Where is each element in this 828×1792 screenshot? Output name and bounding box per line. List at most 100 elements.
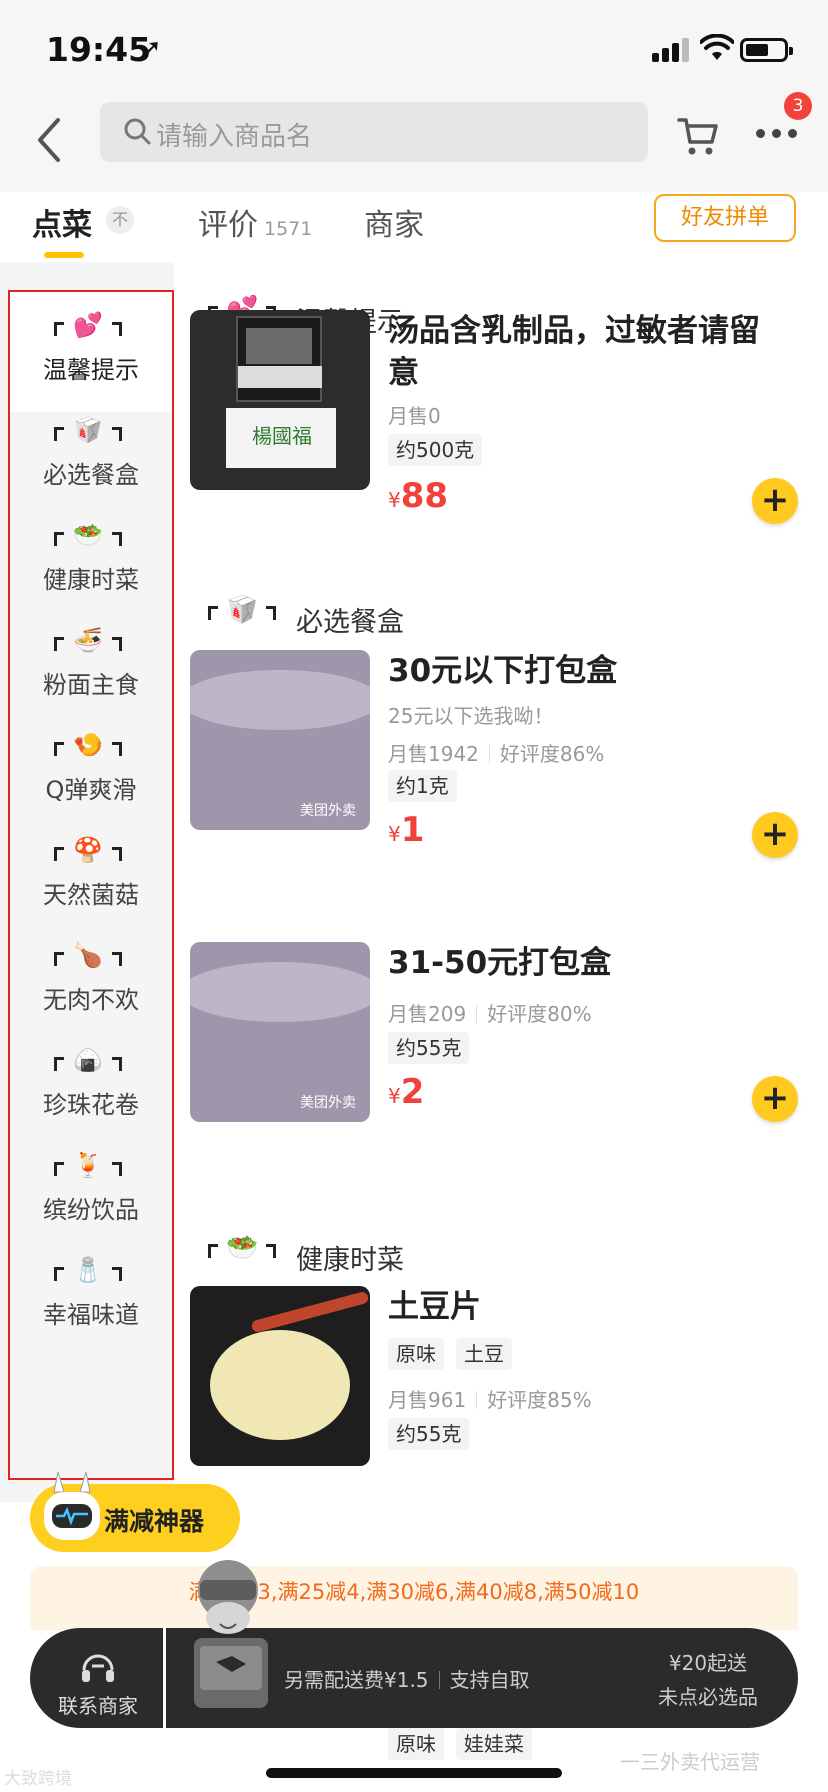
sidebar-category-label: 缤纷饮品	[43, 1196, 139, 1224]
discount-bar: 满20减3,满25减4,满30减6,满40减8,满50减10	[30, 1566, 798, 1630]
mushroom-icon: 🍄	[50, 835, 126, 869]
tab-reviews[interactable]: 评价 1571	[198, 200, 312, 244]
sidebar-category[interactable]: 🍹 缤纷饮品	[10, 1132, 172, 1252]
add-to-cart-button[interactable]: +	[752, 1076, 798, 1122]
tab-order[interactable]: 点菜	[32, 200, 92, 244]
sidebar-category-label: Q弹爽滑	[45, 776, 137, 804]
item-name: 31-50元打包盒	[388, 945, 612, 981]
item-name: 30元以下打包盒	[388, 653, 618, 689]
contact-store-label: 联系商家	[58, 1694, 138, 1718]
salt-shaker-icon: 🧂	[50, 1255, 126, 1289]
item-image: 美团外卖	[190, 942, 370, 1122]
takeout-box-icon: 🥡	[50, 415, 126, 449]
item-name: 土豆片	[388, 1289, 481, 1325]
cart-icon[interactable]	[676, 114, 720, 158]
more-options-icon[interactable]	[756, 126, 800, 142]
back-arrow-icon[interactable]	[30, 114, 70, 166]
item-tag: 原味	[388, 1728, 444, 1760]
required-item-note: 未点必选品	[658, 1685, 758, 1709]
collapse-icon[interactable]: 不	[106, 206, 134, 234]
section-title: 健康时菜	[296, 1245, 404, 1276]
battery-icon	[740, 38, 793, 62]
status-bar: 19:45 ➚	[0, 0, 828, 96]
sidebar-category[interactable]: 🥡 必选餐盒	[10, 397, 172, 517]
nav-bar: 请输入商品名 3	[0, 92, 828, 192]
item-price: ¥1	[388, 810, 425, 850]
item-description: 25元以下选我呦！	[388, 704, 554, 728]
item-price: ¥2	[388, 1072, 425, 1112]
sidebar-category-label: 幸福味道	[43, 1301, 139, 1329]
item-weight: 约55克	[388, 1032, 470, 1064]
item-tag: 娃娃菜	[456, 1728, 532, 1760]
item-weight: 约500克	[388, 434, 483, 466]
item-image: 美团外卖	[190, 650, 370, 830]
item-image-text: 楊國福	[252, 424, 312, 448]
sidebar-category[interactable]: 🍄 天然菌菇	[10, 817, 172, 937]
search-input[interactable]: 请输入商品名	[100, 102, 648, 162]
sidebar-category-label: 天然菌菇	[43, 881, 139, 909]
add-to-cart-button[interactable]: +	[752, 812, 798, 858]
robot-mascot-icon	[44, 1471, 100, 1550]
item-tag: 土豆	[456, 1338, 512, 1370]
item-image-text: 美团外卖	[300, 803, 356, 819]
group-order-button[interactable]: 好友拼单	[654, 194, 796, 242]
watermark-left: 大致跨境	[4, 1769, 72, 1789]
salad-icon: 🥗	[204, 1232, 280, 1266]
tab-bar: 点菜 不 评价 1571 商家 好友拼单	[0, 192, 828, 262]
reviews-count: 1571	[264, 218, 313, 240]
takeout-box-icon: 🥡	[204, 594, 280, 628]
cart-bar[interactable]: 联系商家 另需配送费¥1.5 支持自取 ¥20起送 未点必选品	[30, 1560, 798, 1728]
sidebar-category[interactable]: 🥗 健康时菜	[10, 502, 172, 622]
sidebar-category[interactable]: 🍙 珍珠花卷	[10, 1027, 172, 1147]
menu-item[interactable]: 美团外卖 30元以下打包盒 25元以下选我呦！ 月售1942 好评度86% 约1克…	[190, 650, 828, 880]
discount-helper-button[interactable]: 满减神器	[30, 1471, 240, 1552]
salad-icon: 🥗	[50, 520, 126, 554]
item-weight: 约1克	[388, 770, 457, 802]
item-tag: 原味	[388, 1338, 444, 1370]
headset-icon	[82, 1654, 114, 1682]
tab-reviews-label: 评价	[198, 208, 258, 243]
item-image-text: 美团外卖	[300, 1095, 356, 1111]
cellular-signal-icon	[652, 36, 692, 62]
sidebar-category[interactable]: 🧂 幸福味道	[10, 1237, 172, 1357]
item-name: 汤品含乳制品，过敏者请留意	[388, 313, 760, 391]
hearts-icon: 💕	[50, 310, 126, 344]
item-sales-rating: 月售961 好评度85%	[388, 1388, 592, 1412]
sidebar-category[interactable]: 🍤 Q弹爽滑	[10, 712, 172, 832]
menu-item[interactable]: 土豆片 原味 土豆 月售961 好评度85% 约55克	[190, 1286, 828, 1502]
tab-store[interactable]: 商家	[364, 200, 424, 244]
add-to-cart-button[interactable]: +	[752, 478, 798, 524]
section-title: 必选餐盒	[296, 607, 404, 638]
menu-item[interactable]: 美团外卖 31-50元打包盒 月售209 好评度80% 约55克 ¥2 +	[190, 942, 828, 1142]
sidebar-category-label: 温馨提示	[43, 356, 139, 384]
noodle-bowl-icon: 🍜	[50, 625, 126, 659]
home-indicator	[266, 1768, 562, 1778]
item-weight: 约55克	[388, 1418, 470, 1450]
sidebar-category[interactable]: 💕 温馨提示	[10, 292, 172, 412]
drink-icon: 🍹	[50, 1150, 126, 1184]
minimum-order: ¥20起送 未点必选品	[658, 1646, 758, 1714]
sidebar-category[interactable]: 🍜 粉面主食	[10, 607, 172, 727]
min-order-amount: ¥20起送	[668, 1651, 748, 1675]
wifi-icon	[700, 34, 734, 60]
rice-ball-icon: 🍙	[50, 1045, 126, 1079]
search-placeholder: 请输入商品名	[156, 122, 313, 152]
item-monthly-sales: 月售0	[388, 404, 441, 428]
item-image	[190, 1286, 370, 1466]
courier-mascot-icon	[194, 1560, 268, 1708]
item-price: ¥88	[388, 476, 449, 516]
item-tags: 原味 娃娃菜	[388, 1728, 544, 1760]
status-time: 19:45	[46, 30, 152, 69]
sidebar-category-label: 粉面主食	[43, 671, 139, 699]
item-sales-rating: 月售1942 好评度86%	[388, 742, 605, 766]
sidebar-category[interactable]: 🍗 无肉不欢	[10, 922, 172, 1042]
menu-item[interactable]: 楊國福 汤品含乳制品，过敏者请留意 月售0 约500克 ¥88 +	[190, 310, 828, 540]
search-icon	[124, 118, 151, 145]
sidebar-category-label: 必选餐盒	[43, 461, 139, 489]
sidebar-category-label: 无肉不欢	[43, 986, 139, 1014]
sidebar-category-label: 健康时菜	[43, 566, 139, 594]
contact-store-button[interactable]: 联系商家	[30, 1628, 166, 1728]
active-tab-indicator	[44, 252, 84, 258]
location-arrow-icon: ➚	[140, 34, 162, 64]
notification-badge: 3	[784, 92, 812, 120]
